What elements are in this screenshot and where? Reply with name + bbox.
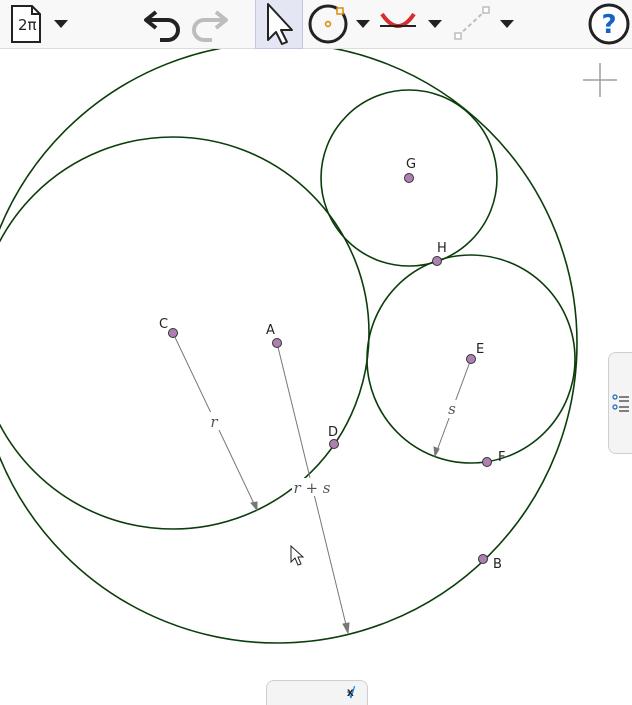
point-label-a: A <box>266 323 275 338</box>
algebra-input-tab[interactable]: √ x <box>266 680 368 705</box>
mouse-cursor-icon <box>290 544 305 566</box>
pointer-arrow-icon <box>267 3 293 45</box>
graphics-view[interactable]: r s r + s A B C D E F G H <box>0 49 632 704</box>
point-label-d: D <box>328 425 338 440</box>
chevron-down-icon <box>500 20 514 28</box>
label-r-plus-s: r + s <box>294 479 331 497</box>
circle-tools-button[interactable] <box>306 0 374 48</box>
arc-tool-icon <box>380 12 442 28</box>
point-b[interactable] <box>478 554 488 564</box>
help-icon: ? <box>588 3 630 45</box>
circle-c[interactable] <box>0 136 370 530</box>
arrowhead-icon <box>433 446 440 458</box>
file-icon <box>11 5 68 43</box>
point-label-e: E <box>476 342 484 357</box>
chevron-down-icon <box>356 20 370 28</box>
point-c[interactable] <box>168 328 178 338</box>
undo-button[interactable] <box>142 0 184 48</box>
file-label: 2π <box>18 16 37 34</box>
point-f[interactable] <box>482 457 492 467</box>
arrowhead-icon <box>250 501 258 512</box>
line-tools-button[interactable] <box>452 0 520 48</box>
point-a[interactable] <box>272 338 282 348</box>
svg-text:?: ? <box>601 10 616 40</box>
outer-circle[interactable] <box>0 49 578 644</box>
label-r: r <box>210 413 218 431</box>
style-bar-toggle[interactable] <box>608 352 632 454</box>
point-g[interactable] <box>404 173 414 183</box>
redo-icon <box>192 10 228 42</box>
point-label-f: F <box>498 450 505 465</box>
arrowhead-icon <box>342 622 350 635</box>
point-label-b: B <box>493 557 502 572</box>
curve-tools-button[interactable] <box>378 0 446 48</box>
redo-button[interactable] <box>190 0 232 48</box>
segment-tool-icon <box>454 6 514 40</box>
point-d[interactable] <box>329 439 339 449</box>
list-style-icon <box>612 394 629 412</box>
point-h[interactable] <box>432 256 442 266</box>
point-label-c: C <box>159 317 168 332</box>
point-label-g: G <box>406 157 416 172</box>
point-label-h: H <box>437 241 447 256</box>
chevron-down-icon <box>428 20 442 28</box>
label-s: s <box>448 400 456 418</box>
chevron-down-icon <box>54 20 68 28</box>
point-e[interactable] <box>466 354 476 364</box>
move-tool-button[interactable] <box>255 0 303 49</box>
plus-icon[interactable] <box>583 63 617 97</box>
file-menu-button[interactable]: 2π <box>4 0 72 48</box>
toolbar: 2π ? <box>0 0 632 49</box>
circle-tool-icon <box>308 4 370 44</box>
help-button[interactable]: ? <box>586 0 632 48</box>
undo-icon <box>144 10 180 42</box>
